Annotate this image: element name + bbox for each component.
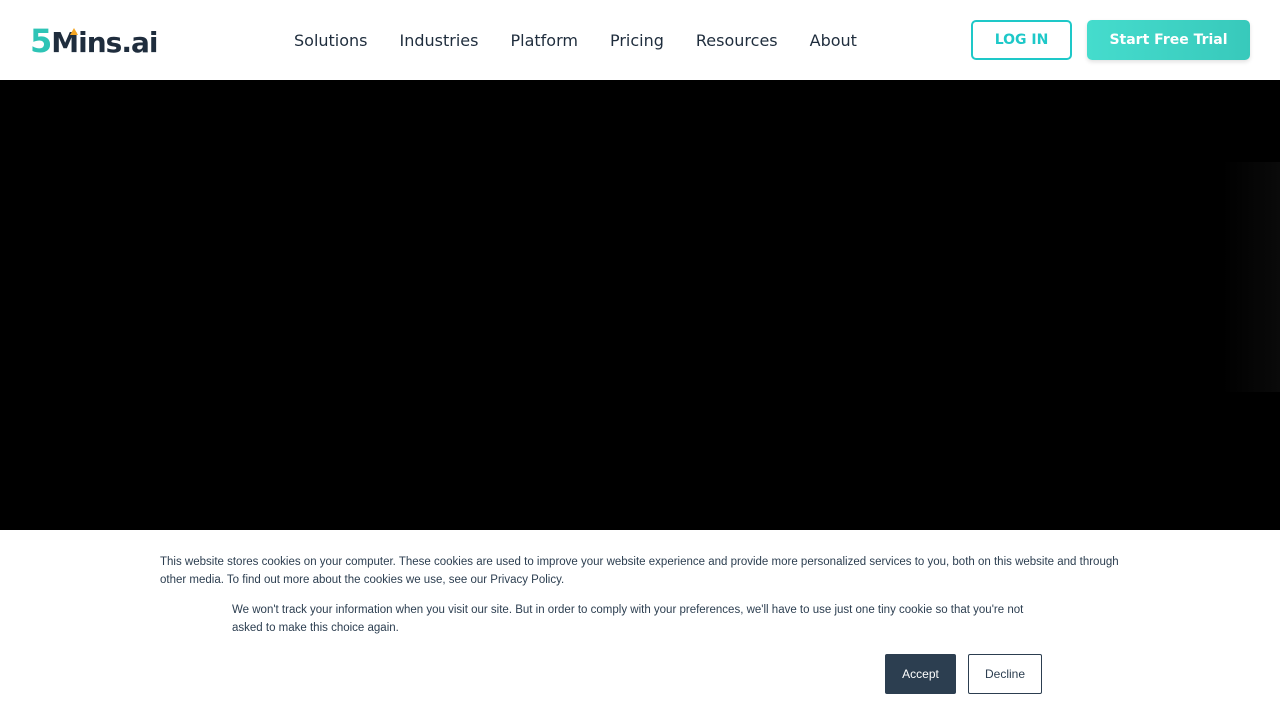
nav-item-about[interactable]: About [810,31,857,50]
cookie-notice-text: This website stores cookies on your comp… [160,556,1119,586]
logo-number: 5 [30,22,52,60]
nav-item-platform[interactable]: Platform [510,31,577,50]
cookie-consent-banner: This website stores cookies on your comp… [0,530,1280,720]
cookie-tracking-text: We won't track your information when you… [232,604,1024,634]
decline-cookies-button[interactable]: Decline [968,654,1042,694]
logo-text: Mins.ai [51,26,158,59]
site-header: 5 Mins.ai Solutions Industries Platform … [0,0,1280,80]
hero-side-shade [1222,162,1280,392]
logo-wordmark: Mins.ai [51,26,158,59]
hero-video[interactable] [0,80,1280,530]
login-button[interactable]: LOG IN [971,20,1072,60]
nav-item-solutions[interactable]: Solutions [294,31,368,50]
main-nav: Solutions Industries Platform Pricing Re… [294,0,857,80]
accept-cookies-button[interactable]: Accept [885,654,956,694]
logo-accent-icon [70,28,79,35]
brand-logo[interactable]: 5 Mins.ai [30,22,158,60]
nav-item-pricing[interactable]: Pricing [610,31,664,50]
nav-item-resources[interactable]: Resources [696,31,778,50]
nav-item-industries[interactable]: Industries [400,31,479,50]
start-free-trial-button[interactable]: Start Free Trial [1087,20,1250,60]
